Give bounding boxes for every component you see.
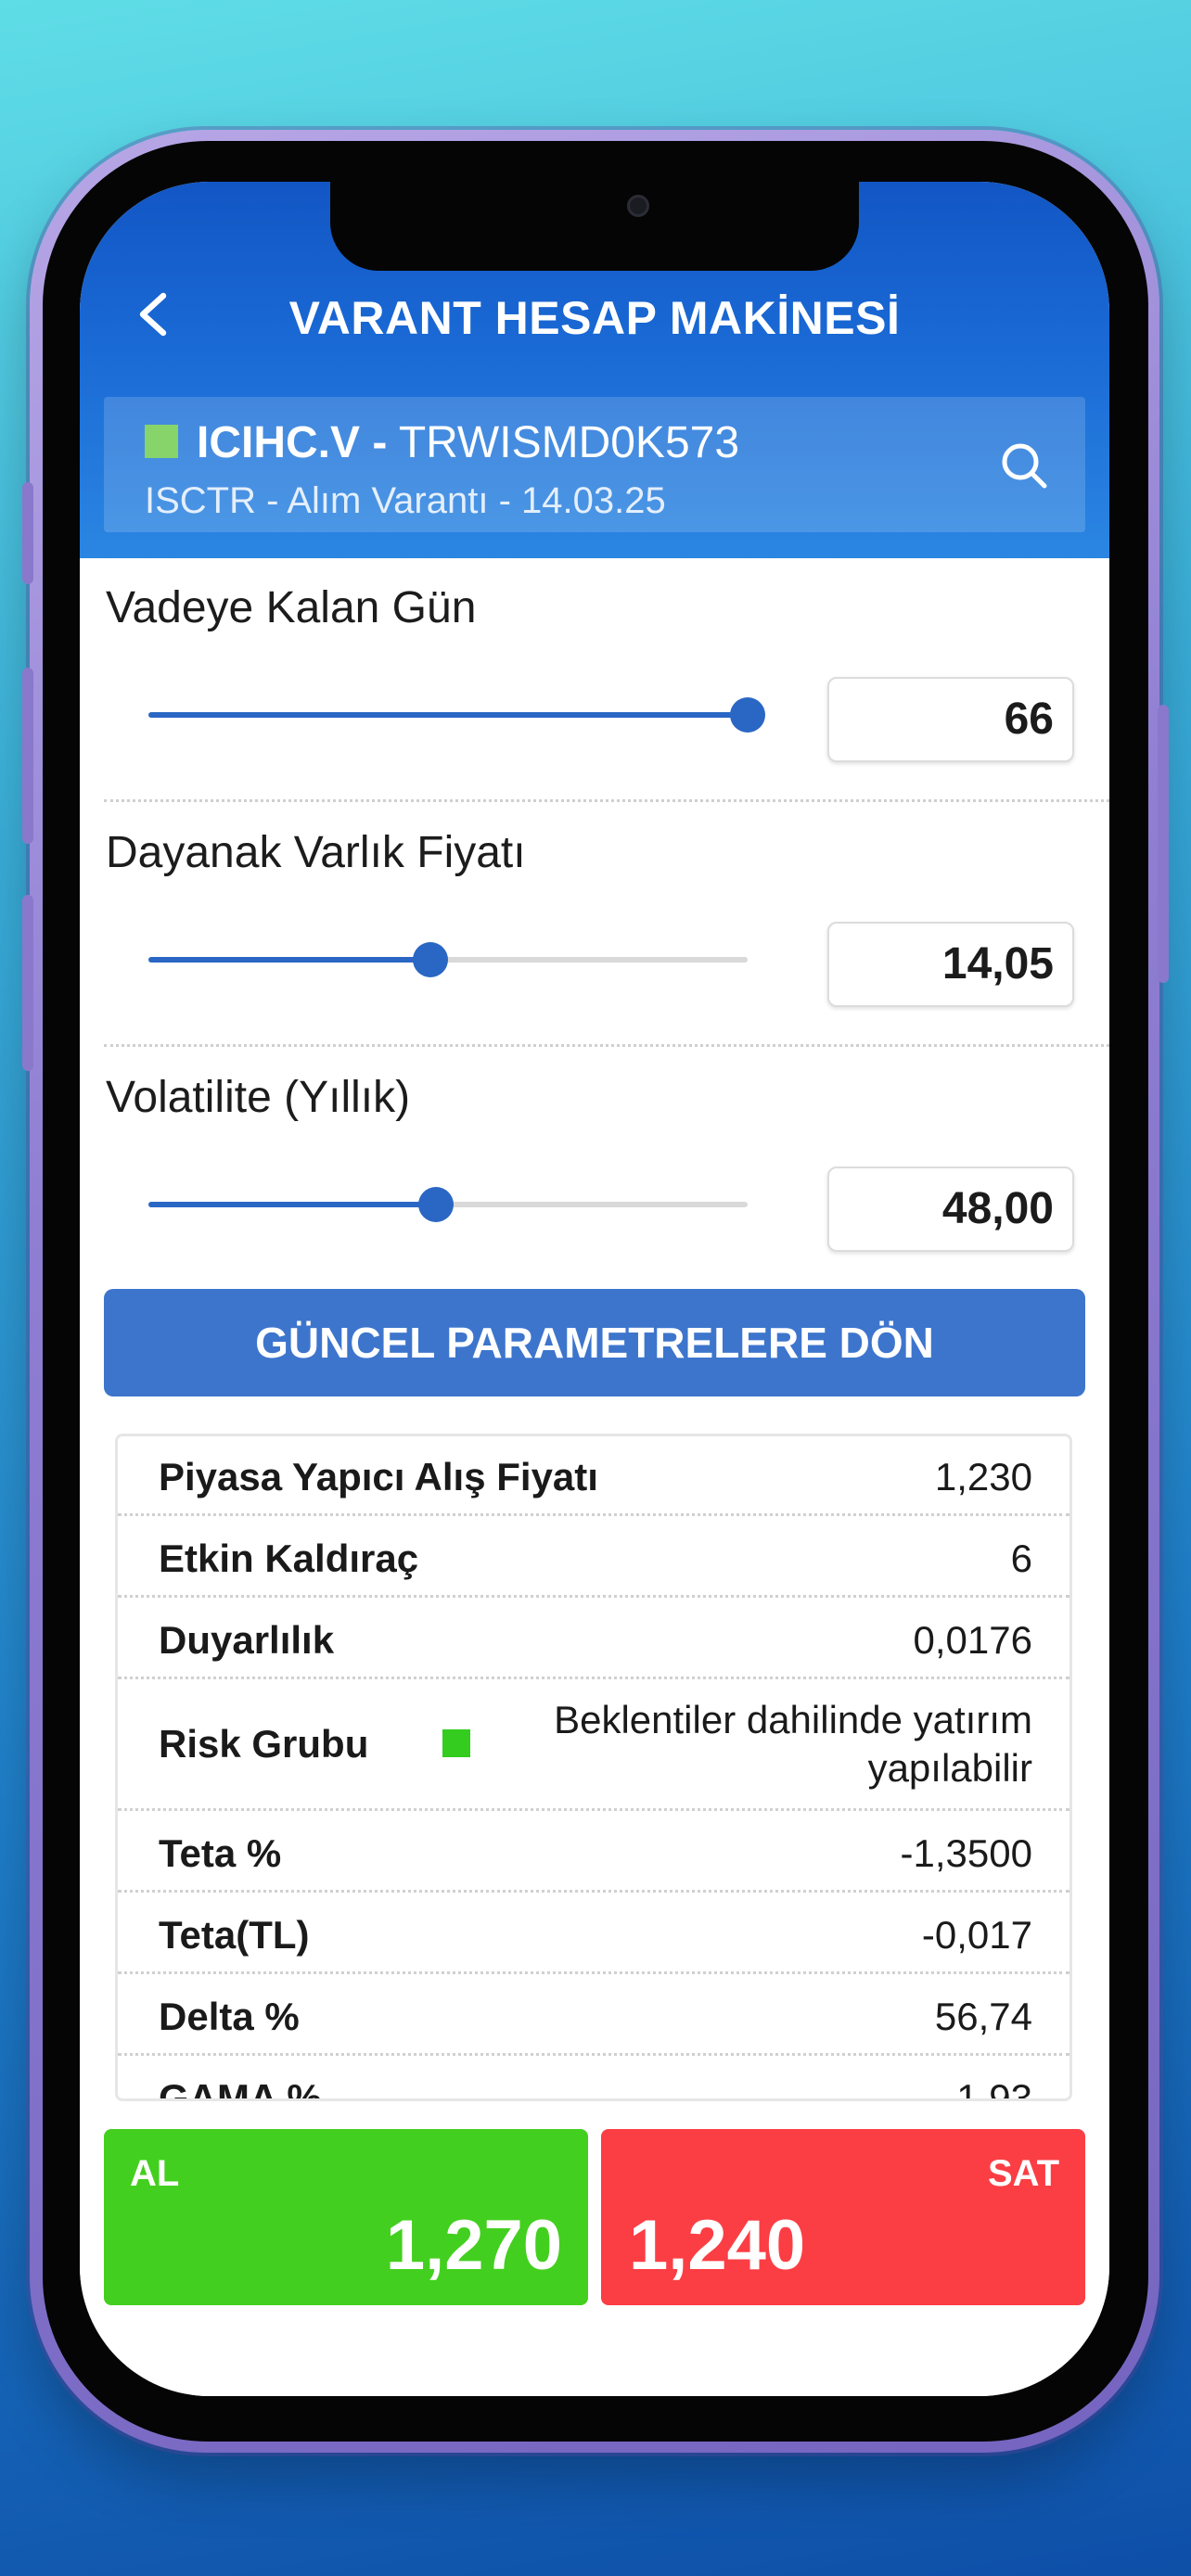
search-button[interactable]	[996, 438, 1052, 493]
sell-button[interactable]: SAT 1,240	[601, 2129, 1085, 2305]
slider-fill	[148, 712, 748, 718]
row-label: Duyarlılık	[159, 1618, 335, 1662]
param-days-to-expiry: Vadeye Kalan Gün 66	[80, 558, 1109, 803]
camera-dot	[627, 195, 649, 217]
table-row: GAMA % 1,93	[118, 2056, 1069, 2101]
divider	[104, 1044, 1109, 1047]
days-slider[interactable]	[148, 697, 765, 733]
risk-indicator	[442, 1729, 470, 1757]
instrument-subtitle: ISCTR - Alım Varantı - 14.03.25	[145, 480, 666, 521]
table-row: Teta(TL) -0,017	[118, 1893, 1069, 1974]
slider-fill	[148, 957, 430, 963]
table-row: Duyarlılık 0,0176	[118, 1598, 1069, 1679]
row-label: Teta(TL)	[159, 1913, 310, 1957]
search-icon	[1002, 443, 1047, 489]
volatility-slider[interactable]	[148, 1187, 748, 1222]
trade-bar: AL 1,270 SAT 1,240	[80, 2101, 1109, 2396]
phone-side-button	[22, 482, 33, 584]
days-input[interactable]: 66	[827, 677, 1074, 762]
row-label: Risk Grubu	[159, 1722, 369, 1766]
param-label: Volatilite (Yıllık)	[106, 1073, 411, 1122]
row-value: -1,3500	[900, 1831, 1032, 1875]
phone-side-button	[22, 895, 33, 1071]
param-label: Vadeye Kalan Gün	[106, 583, 477, 632]
table-row: Etkin Kaldıraç 6	[118, 1516, 1069, 1598]
sell-label: SAT	[987, 2153, 1059, 2194]
results-table: Piyasa Yapıcı Alış Fiyatı 1,230 Etkin Ka…	[115, 1434, 1072, 2101]
instrument-title: ICIHC.V - TRWISMD0K573	[197, 417, 739, 468]
slider-fill	[148, 1202, 437, 1207]
underlying-price-input[interactable]: 14,05	[827, 922, 1074, 1007]
row-label: Etkin Kaldıraç	[159, 1537, 419, 1580]
row-label: Delta %	[159, 1995, 300, 2038]
row-value: 1,230	[934, 1455, 1032, 1498]
table-row: Teta % -1,3500	[118, 1811, 1069, 1893]
page-title: VARANT HESAP MAKİNESİ	[288, 292, 901, 344]
reset-parameters-button[interactable]: GÜNCEL PARAMETRELERE DÖN	[104, 1289, 1085, 1396]
phone-notch	[330, 182, 859, 271]
buy-price: 1,270	[385, 2206, 562, 2285]
table-row: Risk Grubu Beklentiler dahilinde yatırım…	[118, 1679, 1069, 1811]
row-label: Piyasa Yapıcı Alış Fiyatı	[159, 1455, 598, 1498]
slider-thumb[interactable]	[418, 1187, 455, 1222]
param-volatility: Volatilite (Yıllık) 48,00	[80, 1048, 1109, 1293]
slider-thumb[interactable]	[730, 697, 765, 733]
param-label: Dayanak Varlık Fiyatı	[106, 828, 526, 877]
slider-thumb[interactable]	[412, 942, 448, 977]
row-value: Beklentiler dahilinde yatırım yapılabili…	[554, 1698, 1032, 1790]
phone-side-button	[22, 668, 33, 844]
buy-button[interactable]: AL 1,270	[104, 2129, 588, 2305]
param-underlying-price: Dayanak Varlık Fiyatı 14,05	[80, 803, 1109, 1048]
instrument-code: ICIHC.V -	[197, 418, 388, 467]
buy-label: AL	[130, 2153, 180, 2194]
divider	[104, 799, 1109, 802]
underlying-price-slider[interactable]	[148, 942, 748, 977]
row-value: 1,93	[956, 2076, 1032, 2101]
row-value: -0,017	[921, 1913, 1032, 1957]
sell-price: 1,240	[629, 2206, 806, 2285]
row-label: Teta %	[159, 1831, 282, 1875]
row-value: 6	[1010, 1537, 1032, 1580]
instrument-selector[interactable]: ICIHC.V - TRWISMD0K573 ISCTR - Alım Vara…	[104, 397, 1085, 532]
instrument-isin: TRWISMD0K573	[387, 418, 740, 467]
phone-side-button	[1158, 705, 1169, 983]
volatility-input[interactable]: 48,00	[827, 1167, 1074, 1252]
row-value: 56,74	[934, 1995, 1032, 2038]
row-value: 0,0176	[913, 1618, 1032, 1662]
row-label: GAMA %	[159, 2076, 322, 2101]
table-row: Piyasa Yapıcı Alış Fiyatı 1,230	[118, 1436, 1069, 1516]
app-screen: VARANT HESAP MAKİNESİ ICIHC.V - TRWISMD0…	[80, 182, 1109, 2396]
instrument-status-square	[145, 425, 178, 458]
table-row: Delta % 56,74	[118, 1974, 1069, 2056]
